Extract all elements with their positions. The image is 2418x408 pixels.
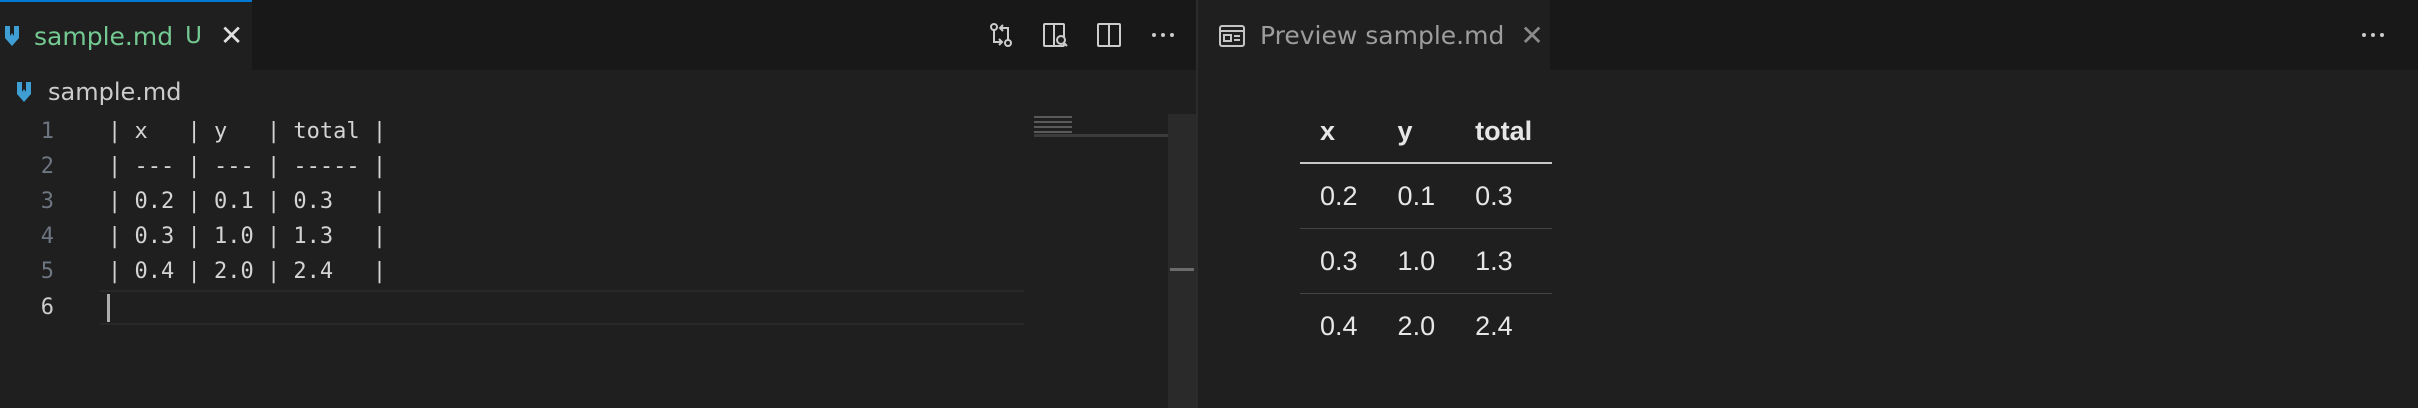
table-cell: 2.0 xyxy=(1397,310,1436,341)
table-cell: 0.1 xyxy=(1377,163,1456,229)
line-number: 4 xyxy=(40,224,54,249)
editor-line[interactable]: 4 | 0.3 | 1.0 | 1.3 | xyxy=(0,219,1030,254)
vertical-scrollbar[interactable] xyxy=(1168,114,1196,408)
tab-label: sample.md xyxy=(34,21,174,51)
editor-line[interactable]: 2 | --- | --- | ----- | xyxy=(0,149,1030,184)
table-row: 0.2 0.1 0.3 xyxy=(1300,163,1553,229)
markdown-file-icon xyxy=(14,80,34,104)
editor-line[interactable]: 3 | 0.2 | 0.1 | 0.3 | xyxy=(0,184,1030,219)
table-row: 0.4 2.0 2.4 xyxy=(1300,294,1552,359)
minimap-slider[interactable] xyxy=(1034,134,1168,137)
preview-actions xyxy=(2346,0,2400,70)
close-tab-icon[interactable]: ✕ xyxy=(1520,21,1543,50)
line-text: | 0.2 | 0.1 | 0.3 | xyxy=(108,189,387,214)
text-cursor xyxy=(107,294,110,322)
line-text: | --- | --- | ----- | xyxy=(108,154,387,179)
line-number: 6 xyxy=(40,295,54,320)
table-cell: 0.3 xyxy=(1455,163,1553,229)
table-row: 0.3 1.0 1.3 xyxy=(1300,228,1553,294)
line-number: 3 xyxy=(40,189,54,214)
preview-tab-bar: Preview sample.md ✕ xyxy=(1198,0,2418,70)
git-compare-icon[interactable] xyxy=(974,15,1028,55)
editor-line[interactable]: 5 | 0.4 | 2.0 | 2.4 | xyxy=(0,254,1030,289)
split-editor-icon[interactable] xyxy=(1082,15,1136,55)
more-actions-icon[interactable] xyxy=(2346,15,2400,55)
line-text: | 0.4 | 2.0 | 2.4 | xyxy=(108,259,387,284)
minimap[interactable] xyxy=(1034,114,1072,134)
table-header-row: x y total xyxy=(1300,100,1553,164)
editor-group-left: sample.md U ✕ sample.md 1 | x | y | tota… xyxy=(0,0,1196,408)
table-header-cell: total xyxy=(1455,100,1553,164)
untracked-badge: U xyxy=(185,23,202,49)
code-editor[interactable]: 1 | x | y | total | 2 | --- | --- | ----… xyxy=(0,114,1170,408)
table-cell: 0.3 xyxy=(1300,228,1378,294)
tab-preview-sample-md[interactable]: Preview sample.md ✕ xyxy=(1198,0,1550,70)
line-number: 2 xyxy=(40,154,54,179)
line-text: | x | y | total | xyxy=(108,119,387,144)
line-text: | 0.3 | 1.0 | 1.3 | xyxy=(108,224,387,249)
open-preview-to-side-icon[interactable] xyxy=(1028,15,1082,55)
table-cell: 1.3 xyxy=(1455,228,1553,294)
editor-group-right: Preview sample.md ✕ x y total 0.2 0.1 0.… xyxy=(1198,0,2418,408)
table-cell: 0.2 xyxy=(1300,163,1378,229)
tab-sample-md[interactable]: sample.md U ✕ xyxy=(0,0,252,70)
markdown-file-icon xyxy=(2,24,22,48)
table-cell: 1.0 xyxy=(1377,228,1456,294)
editor-line[interactable]: 1 | x | y | total | xyxy=(0,114,1030,149)
line-number: 5 xyxy=(40,259,54,284)
breadcrumb-file[interactable]: sample.md xyxy=(48,78,182,106)
table-cell: 0.4 xyxy=(1320,310,1358,341)
editor-tab-bar: sample.md U ✕ xyxy=(0,0,1196,70)
breadcrumb[interactable]: sample.md xyxy=(0,70,182,114)
table-cell: 2.4 xyxy=(1475,310,1513,341)
tab-label: Preview sample.md xyxy=(1260,21,1505,50)
table-header-cell: x xyxy=(1300,100,1378,164)
more-actions-icon[interactable] xyxy=(1136,15,1190,55)
editor-line[interactable]: 6 xyxy=(0,290,1030,325)
line-number: 1 xyxy=(40,119,54,144)
close-tab-icon[interactable]: ✕ xyxy=(220,22,243,50)
table-header-cell: y xyxy=(1377,100,1456,164)
preview-table: x y total 0.2 0.1 0.3 0.3 1.0 1.3 0.4 2.… xyxy=(1300,100,1553,359)
markdown-preview[interactable]: x y total 0.2 0.1 0.3 0.3 1.0 1.3 0.4 2.… xyxy=(1198,70,2418,408)
scrollbar-position-marker xyxy=(1170,268,1194,271)
preview-icon xyxy=(1218,22,1246,50)
editor-actions xyxy=(974,0,1190,70)
